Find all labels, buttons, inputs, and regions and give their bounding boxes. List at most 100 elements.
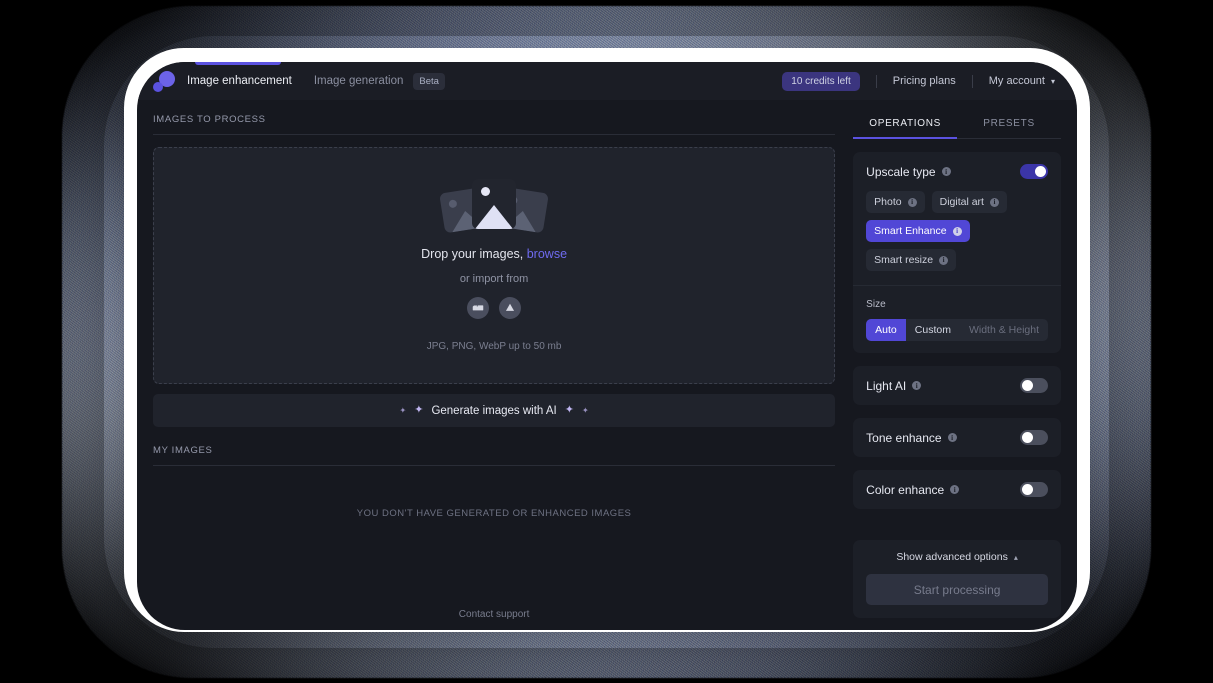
generate-with-ai-label: Generate images with AI bbox=[431, 404, 557, 417]
chip-photo[interactable]: Photo i bbox=[866, 191, 925, 213]
panel-tabs-divider bbox=[853, 137, 1061, 139]
divider bbox=[971, 74, 973, 88]
info-icon[interactable]: i bbox=[907, 197, 917, 207]
tone-enhance-card: Tone enhance i bbox=[853, 418, 1061, 457]
right-panel: OPERATIONS PRESETS Upscale type i Photo … bbox=[853, 100, 1077, 630]
show-advanced-options-button[interactable]: Show advanced options ▴ bbox=[866, 551, 1048, 563]
my-account-label: My account bbox=[988, 75, 1045, 87]
info-icon[interactable]: i bbox=[950, 485, 960, 494]
top-bar-right: 10 credits left Pricing plans My account… bbox=[782, 71, 1055, 91]
light-ai-label: Light AI bbox=[866, 378, 907, 393]
chip-smart-enhance[interactable]: Smart Enhance i bbox=[866, 220, 970, 242]
chevron-down-icon: ▾ bbox=[1050, 77, 1055, 86]
color-enhance-label: Color enhance bbox=[866, 482, 945, 497]
chip-label: Photo bbox=[874, 196, 902, 208]
panel-spacer bbox=[853, 509, 1061, 540]
chip-label: Smart Enhance bbox=[874, 225, 947, 237]
upscale-type-chips: Photo i Digital art i Smart Enhance i Sm… bbox=[866, 191, 1048, 271]
tab-presets[interactable]: PRESETS bbox=[957, 106, 1061, 138]
light-ai-toggle[interactable] bbox=[1020, 378, 1048, 393]
import-sources bbox=[467, 297, 522, 319]
tab-operations[interactable]: OPERATIONS bbox=[853, 106, 957, 138]
color-enhance-card: Color enhance i bbox=[853, 470, 1061, 509]
my-images-empty-state: YOU DON'T HAVE GENERATED OR ENHANCED IMA… bbox=[153, 466, 835, 609]
section-divider bbox=[153, 134, 836, 135]
toggle-knob bbox=[1035, 166, 1046, 177]
panel-footer-card: Show advanced options ▴ Start processing bbox=[853, 540, 1061, 618]
color-enhance-row: Color enhance i bbox=[866, 482, 1048, 497]
start-processing-button[interactable]: Start processing bbox=[866, 574, 1048, 605]
size-option-custom[interactable]: Custom bbox=[906, 319, 960, 341]
dropzone-title-text: Drop your images, bbox=[421, 247, 524, 261]
info-icon[interactable]: i bbox=[941, 167, 951, 176]
my-images-title: MY IMAGES bbox=[153, 445, 213, 456]
sparkle-icon: ✦ bbox=[414, 404, 424, 416]
tone-enhance-toggle[interactable] bbox=[1020, 430, 1048, 445]
upscale-type-row: Upscale type i bbox=[866, 164, 1048, 179]
nav-item-image-generation[interactable]: Image generation bbox=[314, 75, 404, 87]
light-ai-row: Light AI i bbox=[866, 378, 1048, 393]
chevron-up-icon: ▴ bbox=[1013, 553, 1018, 562]
top-navigation-bar: Image enhancement Image generation Beta … bbox=[137, 62, 1077, 100]
sun-dot-icon bbox=[481, 187, 491, 196]
app-logo[interactable] bbox=[153, 70, 175, 92]
chip-label: Digital art bbox=[939, 196, 984, 208]
toggle-knob bbox=[1022, 432, 1033, 443]
images-to-process-title: IMAGES TO PROCESS bbox=[153, 114, 266, 125]
contact-support-link[interactable]: Contact support bbox=[153, 609, 835, 630]
light-ai-card: Light AI i bbox=[853, 366, 1061, 405]
beta-badge: Beta bbox=[413, 72, 445, 90]
chip-label: Smart resize bbox=[874, 254, 934, 266]
divider bbox=[875, 74, 877, 88]
screenshot-stage: Image enhancement Image generation Beta … bbox=[0, 0, 1213, 683]
empty-state-message: YOU DON'T HAVE GENERATED OR ENHANCED IMA… bbox=[356, 508, 632, 519]
app-body: IMAGES TO PROCESS Drop your images, brow… bbox=[137, 100, 1077, 630]
color-enhance-toggle[interactable] bbox=[1020, 482, 1048, 497]
image-dropzone[interactable]: Drop your images, browse or import from bbox=[153, 147, 836, 384]
left-column: IMAGES TO PROCESS Drop your images, brow… bbox=[137, 100, 853, 630]
info-icon[interactable]: i bbox=[939, 255, 949, 265]
nav-item-image-enhancement[interactable]: Image enhancement bbox=[187, 75, 292, 87]
dropbox-icon[interactable] bbox=[467, 297, 490, 319]
toggle-knob bbox=[1022, 380, 1033, 391]
chip-digital-art[interactable]: Digital art i bbox=[931, 191, 1007, 213]
card-divider bbox=[853, 285, 1061, 286]
active-panel-tab-underline bbox=[853, 137, 958, 139]
chip-smart-resize[interactable]: Smart resize i bbox=[866, 249, 957, 271]
sparkle-icon: ✦ bbox=[564, 404, 574, 416]
logo-circle-small bbox=[153, 82, 163, 92]
size-segmented-control: Auto Custom Width & Height bbox=[866, 319, 1048, 341]
panel-tabs: OPERATIONS PRESETS bbox=[853, 100, 1061, 138]
credits-badge[interactable]: 10 credits left bbox=[782, 71, 860, 91]
info-icon[interactable]: i bbox=[989, 197, 999, 207]
show-advanced-options-label: Show advanced options bbox=[896, 551, 1008, 563]
upscale-type-label: Upscale type bbox=[866, 164, 936, 179]
supported-formats-note: JPG, PNG, WebP up to 50 mb bbox=[426, 341, 562, 352]
pricing-plans-link[interactable]: Pricing plans bbox=[893, 75, 956, 87]
mountain-icon bbox=[475, 205, 514, 229]
active-tab-underline bbox=[195, 62, 281, 65]
google-drive-icon[interactable] bbox=[499, 297, 522, 319]
size-label: Size bbox=[866, 299, 886, 310]
main-nav: Image enhancement Image generation Beta bbox=[187, 72, 445, 90]
sparkle-icon: ✦ bbox=[399, 405, 407, 415]
app-window: Image enhancement Image generation Beta … bbox=[137, 62, 1077, 630]
sun-dot-icon bbox=[448, 199, 458, 209]
size-option-auto[interactable]: Auto bbox=[866, 319, 906, 341]
tone-enhance-label: Tone enhance bbox=[866, 430, 942, 445]
upscale-type-card: Upscale type i Photo i Digital art i Sma… bbox=[853, 152, 1061, 353]
my-account-menu[interactable]: My account ▾ bbox=[989, 75, 1055, 87]
generate-with-ai-button[interactable]: ✦ ✦ Generate images with AI ✦ ✦ bbox=[153, 394, 836, 427]
info-icon[interactable]: i bbox=[912, 381, 922, 390]
toggle-knob bbox=[1022, 484, 1033, 495]
info-icon[interactable]: i bbox=[952, 226, 962, 236]
tone-enhance-row: Tone enhance i bbox=[866, 430, 1048, 445]
browse-link[interactable]: browse bbox=[527, 247, 567, 261]
placeholder-card-center bbox=[472, 179, 517, 229]
upscale-type-toggle[interactable] bbox=[1020, 164, 1048, 179]
info-icon[interactable]: i bbox=[947, 433, 957, 442]
sparkle-icon: ✦ bbox=[581, 405, 589, 415]
import-from-label: or import from bbox=[459, 273, 529, 285]
dropzone-title: Drop your images, browse bbox=[421, 247, 567, 261]
size-option-width-height[interactable]: Width & Height bbox=[960, 319, 1048, 341]
